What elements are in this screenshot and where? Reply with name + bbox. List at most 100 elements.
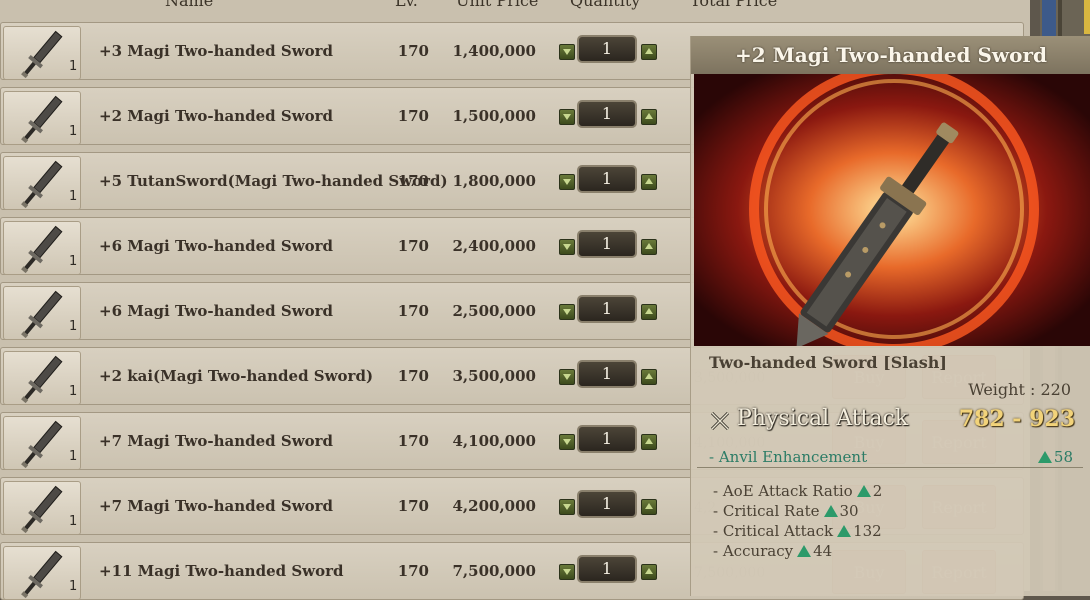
arrow-down-icon[interactable] (559, 434, 575, 450)
item-unit-price: 4,100,000 (452, 432, 536, 450)
quantity-field[interactable]: 1 (577, 360, 637, 388)
stat-value: 30 (839, 502, 859, 520)
arrow-down-icon[interactable] (559, 239, 575, 255)
item-level: 170 (397, 172, 429, 190)
crossed-swords-icon (710, 411, 730, 431)
triangle-up-icon (837, 525, 852, 537)
stat-value: 2 (872, 482, 883, 500)
item-level: 170 (397, 302, 429, 320)
item-level: 170 (397, 497, 429, 515)
arrow-down-icon[interactable] (559, 564, 575, 580)
item-level: 170 (397, 107, 429, 125)
stat-line: - Accuracy 44 (713, 542, 832, 560)
item-tooltip: +2 Magi Two-handed Sword Two-handed Swor… (690, 36, 1090, 596)
item-count: 1 (69, 59, 78, 74)
triangle-up-icon (1037, 451, 1052, 463)
two-handed-sword-icon (21, 30, 63, 79)
item-unit-price: 2,400,000 (452, 237, 536, 255)
item-unit-price: 3,500,000 (452, 367, 536, 385)
quantity-field[interactable]: 1 (577, 35, 637, 63)
stat-value: 132 (853, 522, 882, 540)
item-count: 1 (69, 189, 78, 204)
triangle-up-icon (797, 545, 812, 557)
arrow-up-icon[interactable] (641, 499, 657, 515)
weapon-type: Two-handed Sword [Slash] (709, 353, 947, 372)
weapon-weight: Weight : 220 (968, 380, 1071, 399)
item-count: 1 (69, 254, 78, 269)
arrow-down-icon[interactable] (559, 369, 575, 385)
stat-line: - Critical Attack 132 (713, 522, 882, 540)
item-name: +11 Magi Two-handed Sword (99, 562, 344, 580)
header-total-price: Total Price (690, 0, 778, 10)
item-count: 1 (69, 384, 78, 399)
arrow-up-icon[interactable] (641, 109, 657, 125)
stat-label: - Critical Rate (713, 502, 820, 520)
arrow-up-icon[interactable] (641, 239, 657, 255)
stat-line: - AoE Attack Ratio 2 (713, 482, 882, 500)
two-handed-sword-icon (21, 550, 63, 599)
item-name: +6 Magi Two-handed Sword (99, 302, 334, 320)
header-unit-price: Unit Price (456, 0, 539, 10)
item-unit-price: 7,500,000 (452, 562, 536, 580)
quantity-field[interactable]: 1 (577, 230, 637, 258)
arrow-down-icon[interactable] (559, 109, 575, 125)
item-count: 1 (69, 579, 78, 594)
sword-artwork (694, 74, 1090, 346)
list-header: Name Lv. Unit Price Quantity Total Price (0, 0, 1030, 12)
item-unit-price: 1,500,000 (452, 107, 536, 125)
two-handed-sword-icon (21, 95, 63, 144)
stat-label: - Accuracy (713, 542, 794, 560)
item-name: +7 Magi Two-handed Sword (99, 497, 334, 515)
quantity-field[interactable]: 1 (577, 425, 637, 453)
item-unit-price: 1,400,000 (452, 42, 536, 60)
item-name: +7 Magi Two-handed Sword (99, 432, 334, 450)
separator (697, 467, 1083, 468)
triangle-up-icon (856, 485, 871, 497)
arrow-down-icon[interactable] (559, 499, 575, 515)
anvil-enhancement-label: - Anvil Enhancement (709, 448, 868, 466)
arrow-down-icon[interactable] (559, 174, 575, 190)
stat-label: - AoE Attack Ratio (713, 482, 853, 500)
physical-attack-value: 782 - 923 (958, 406, 1075, 432)
header-level: Lv. (395, 0, 418, 10)
item-count: 1 (69, 449, 78, 464)
item-name: +2 Magi Two-handed Sword (99, 107, 334, 125)
two-handed-sword-icon (21, 355, 63, 404)
stat-label: - Critical Attack (713, 522, 834, 540)
item-name: +6 Magi Two-handed Sword (99, 237, 334, 255)
stat-value: 44 (813, 542, 833, 560)
quantity-field[interactable]: 1 (577, 165, 637, 193)
item-level: 170 (397, 562, 429, 580)
anvil-enhancement-value: 58 (1034, 448, 1073, 466)
arrow-up-icon[interactable] (641, 174, 657, 190)
quantity-field[interactable]: 1 (577, 555, 637, 583)
item-unit-price: 1,800,000 (452, 172, 536, 190)
arrow-up-icon[interactable] (641, 564, 657, 580)
item-count: 1 (69, 514, 78, 529)
item-level: 170 (397, 42, 429, 60)
item-level: 170 (397, 432, 429, 450)
arrow-down-icon[interactable] (559, 304, 575, 320)
arrow-up-icon[interactable] (641, 44, 657, 60)
quantity-field[interactable]: 1 (577, 100, 637, 128)
item-name: +2 kai(Magi Two-handed Sword) (99, 367, 374, 385)
item-level: 170 (397, 237, 429, 255)
stat-line: - Critical Rate 30 (713, 502, 859, 520)
quantity-field[interactable]: 1 (577, 490, 637, 518)
two-handed-sword-icon (21, 225, 63, 274)
item-count: 1 (69, 319, 78, 334)
arrow-up-icon[interactable] (641, 304, 657, 320)
two-handed-sword-icon (21, 485, 63, 534)
header-quantity: Quantity (570, 0, 641, 10)
item-unit-price: 2,500,000 (452, 302, 536, 320)
arrow-up-icon[interactable] (641, 369, 657, 385)
arrow-down-icon[interactable] (559, 44, 575, 60)
header-name: Name (165, 0, 214, 10)
item-name: +3 Magi Two-handed Sword (99, 42, 334, 60)
arrow-up-icon[interactable] (641, 434, 657, 450)
two-handed-sword-icon (21, 290, 63, 339)
quantity-field[interactable]: 1 (577, 295, 637, 323)
two-handed-sword-icon (21, 160, 63, 209)
triangle-up-icon (823, 505, 838, 517)
item-level: 170 (397, 367, 429, 385)
